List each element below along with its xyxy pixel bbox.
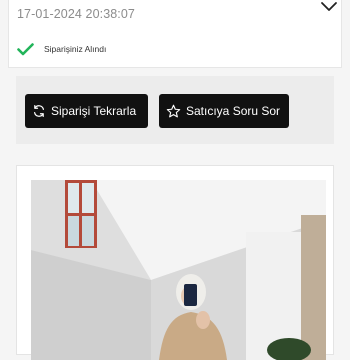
refresh-icon bbox=[34, 104, 44, 118]
reorder-button-label: Siparişi Tekrarla bbox=[51, 104, 137, 118]
order-actions-panel: Siparişi Tekrarla Satıcıya Soru Sor bbox=[16, 76, 334, 144]
star-icon bbox=[166, 104, 181, 117]
ask-seller-button-label: Satıcıya Soru Sor bbox=[186, 104, 281, 118]
order-date: 17-01-2024 20:38:07 bbox=[17, 7, 135, 21]
order-status: Siparişiniz Alındı bbox=[17, 40, 106, 58]
order-status-text: Siparişiniz Alındı bbox=[44, 44, 107, 54]
reorder-button[interactable]: Siparişi Tekrarla bbox=[25, 94, 148, 128]
check-icon bbox=[17, 42, 34, 55]
order-summary-card: 17-01-2024 20:38:07 Siparişiniz Alındı bbox=[8, 0, 342, 68]
product-image[interactable] bbox=[31, 180, 326, 360]
ask-seller-button[interactable]: Satıcıya Soru Sor bbox=[159, 94, 289, 128]
chevron-down-icon[interactable] bbox=[320, 0, 338, 14]
product-card bbox=[16, 165, 334, 360]
